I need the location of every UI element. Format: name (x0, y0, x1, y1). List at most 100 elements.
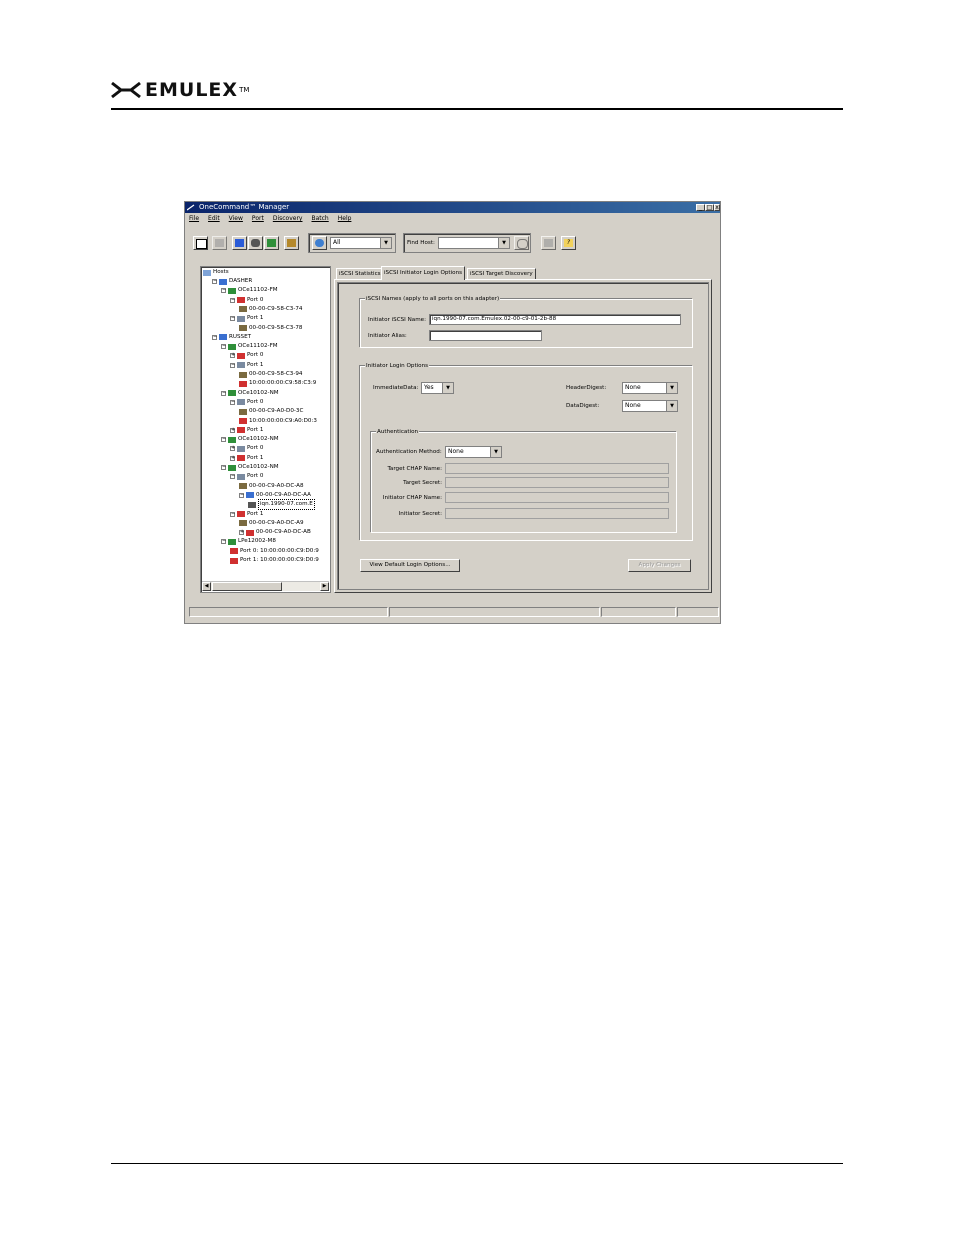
tree-node[interactable]: − LPe12002-M8 (221, 537, 276, 546)
chevron-down-icon[interactable]: ▼ (666, 401, 677, 411)
collapse-icon[interactable]: − (230, 474, 235, 480)
refresh-button[interactable] (193, 236, 208, 250)
tree-node[interactable]: 00-00-C9-58-C3-78 (239, 324, 303, 333)
minimize-icon[interactable]: _ (696, 204, 705, 211)
tree-node[interactable]: + Port 0 (230, 444, 263, 453)
target-secret-field[interactable] (445, 477, 669, 488)
collapse-icon[interactable]: − (221, 390, 226, 396)
grouped-view-button[interactable] (284, 236, 299, 250)
expand-icon[interactable]: + (239, 530, 244, 536)
find-host-input[interactable]: ▼ (438, 237, 510, 249)
initiator-chap-name-field[interactable] (445, 492, 669, 503)
apply-changes-button[interactable]: Apply Changes (628, 559, 691, 572)
tree-node[interactable]: − Port 1 (230, 314, 263, 323)
expand-icon[interactable]: + (230, 455, 235, 461)
collapse-icon[interactable]: − (221, 437, 226, 443)
expand-icon[interactable]: + (230, 446, 235, 452)
tree-node[interactable]: Port 0: 10:00:00:00:C9:D0:9 (230, 547, 319, 556)
tab-iscsi-initiator-login-options[interactable]: iSCSI Initiator Login Options (381, 266, 466, 280)
discovery-button[interactable] (541, 236, 556, 250)
tab-iscsi-target-discovery[interactable]: iSCSI Target Discovery (467, 268, 536, 279)
chevron-down-icon[interactable]: ▼ (442, 383, 453, 393)
initiator-iscsi-name-field[interactable]: iqn.1990-07.com.Emulex.02-00-c9-01-2b-88 (429, 314, 681, 325)
tree-node[interactable]: − RUSSET (212, 333, 251, 342)
menu-port[interactable]: Port (252, 214, 264, 224)
menu-help[interactable]: Help (338, 214, 352, 224)
collapse-icon[interactable]: − (212, 279, 217, 284)
chevron-down-icon[interactable]: ▼ (666, 383, 677, 393)
tree-node[interactable]: − OCe10102-NM (221, 389, 279, 398)
tree-node[interactable]: − OCe10102-NM (221, 435, 279, 444)
host-tree[interactable]: Hosts − DASHER − OCe11102-FM − Port 0 00-00-C9… (200, 266, 331, 593)
menu-file[interactable]: File (189, 214, 199, 224)
help-button[interactable]: ? (561, 236, 576, 250)
tree-node[interactable]: 10:00:00:00:C9:A0:D0:3 (239, 417, 317, 426)
close-icon[interactable]: x (714, 204, 720, 211)
tree-node[interactable]: 00-00-C9-A0-D0-3C (239, 407, 303, 416)
target-chap-name-field[interactable] (445, 463, 669, 474)
tree-node[interactable]: − Port 0 (230, 472, 263, 481)
collapse-icon[interactable]: − (230, 362, 235, 368)
expand-icon[interactable]: + (230, 353, 235, 359)
tree-node[interactable]: − OCe11102-FM (221, 286, 278, 295)
tree-node[interactable]: 00-00-C9-A0-DC-A9 (239, 519, 304, 528)
vport-view-button[interactable] (264, 236, 279, 250)
immediate-data-select[interactable]: Yes ▼ (421, 382, 454, 394)
tree-node[interactable]: iqn.1990-07.com.E (248, 499, 315, 511)
disabled-tool-button[interactable] (212, 236, 227, 250)
collapse-icon[interactable]: − (221, 344, 226, 350)
collapse-icon[interactable]: − (221, 465, 226, 470)
collapse-icon[interactable]: − (230, 399, 235, 405)
tree-node[interactable]: − DASHER (212, 277, 252, 286)
scroll-left-icon[interactable]: ◀ (202, 582, 211, 591)
tree-node[interactable]: 00-00-C9-A0-DC-A8 (239, 482, 304, 491)
tree-node[interactable]: 00-00-C9-58-C3-94 (239, 370, 303, 379)
chevron-down-icon[interactable]: ▼ (498, 238, 509, 248)
tree-node[interactable]: − Port 0 (230, 398, 263, 407)
tree-node[interactable]: + Port 1 (230, 454, 263, 463)
collapse-icon[interactable]: − (221, 539, 226, 545)
expand-icon[interactable]: + (230, 427, 235, 433)
collapse-icon[interactable]: − (221, 288, 226, 294)
tree-node[interactable]: + Port 1 (230, 426, 263, 435)
menu-batch[interactable]: Batch (311, 214, 328, 224)
authentication-method-select[interactable]: None ▼ (445, 446, 502, 458)
menu-discovery[interactable]: Discovery (273, 214, 303, 224)
collapse-icon[interactable]: − (230, 316, 235, 322)
filter-select[interactable]: All ▼ (330, 237, 392, 249)
find-host-search-button[interactable] (514, 236, 529, 250)
chevron-down-icon[interactable]: ▼ (380, 238, 391, 248)
tree-node[interactable]: − Port 0 (230, 296, 263, 305)
tree-node[interactable]: − OCe11102-FM (221, 342, 278, 351)
initiator-secret-field[interactable] (445, 508, 669, 519)
collapse-icon[interactable]: − (212, 334, 217, 340)
tree-horizontal-scrollbar[interactable]: ◀ ▶ (202, 581, 329, 591)
collapse-icon[interactable]: − (239, 492, 244, 498)
tree-root[interactable]: Hosts (203, 268, 229, 277)
tree-node[interactable]: − OCe10102-NM (221, 463, 279, 472)
tree-node[interactable]: 00-00-C9-58-C3-74 (239, 305, 303, 314)
fabric-view-button[interactable] (248, 236, 263, 250)
tree-node[interactable]: Port 1: 10:00:00:00:C9:D0:9 (230, 556, 319, 565)
tree-node[interactable]: +00-00-C9-A0-DC-AB (239, 528, 311, 537)
host-view-button[interactable] (232, 236, 247, 250)
filter-button[interactable] (312, 236, 327, 250)
tab-iscsi-statistics[interactable]: iSCSI Statistics (336, 268, 384, 279)
scroll-right-icon[interactable]: ▶ (320, 582, 329, 591)
data-digest-select[interactable]: None ▼ (622, 400, 678, 412)
tree-node[interactable]: − Port 1 (230, 510, 263, 519)
tree-node[interactable]: 10:00:00:00:C9:58:C3:9 (239, 379, 316, 388)
tree-node[interactable]: + Port 0 (230, 351, 263, 360)
header-digest-select[interactable]: None ▼ (622, 382, 678, 394)
initiator-alias-field[interactable] (429, 330, 542, 341)
chevron-down-icon[interactable]: ▼ (490, 447, 501, 457)
collapse-icon[interactable]: − (230, 511, 235, 517)
maximize-icon[interactable]: □ (705, 204, 714, 211)
title-bar[interactable]: OneCommand™ Manager _ □ x (185, 202, 720, 213)
scroll-thumb[interactable] (212, 582, 282, 591)
tree-node[interactable]: − Port 1 (230, 361, 263, 370)
menu-edit[interactable]: Edit (208, 214, 220, 224)
view-default-login-options-button[interactable]: View Default Login Options... (360, 559, 460, 572)
menu-view[interactable]: View (229, 214, 243, 224)
collapse-icon[interactable]: − (230, 297, 235, 303)
